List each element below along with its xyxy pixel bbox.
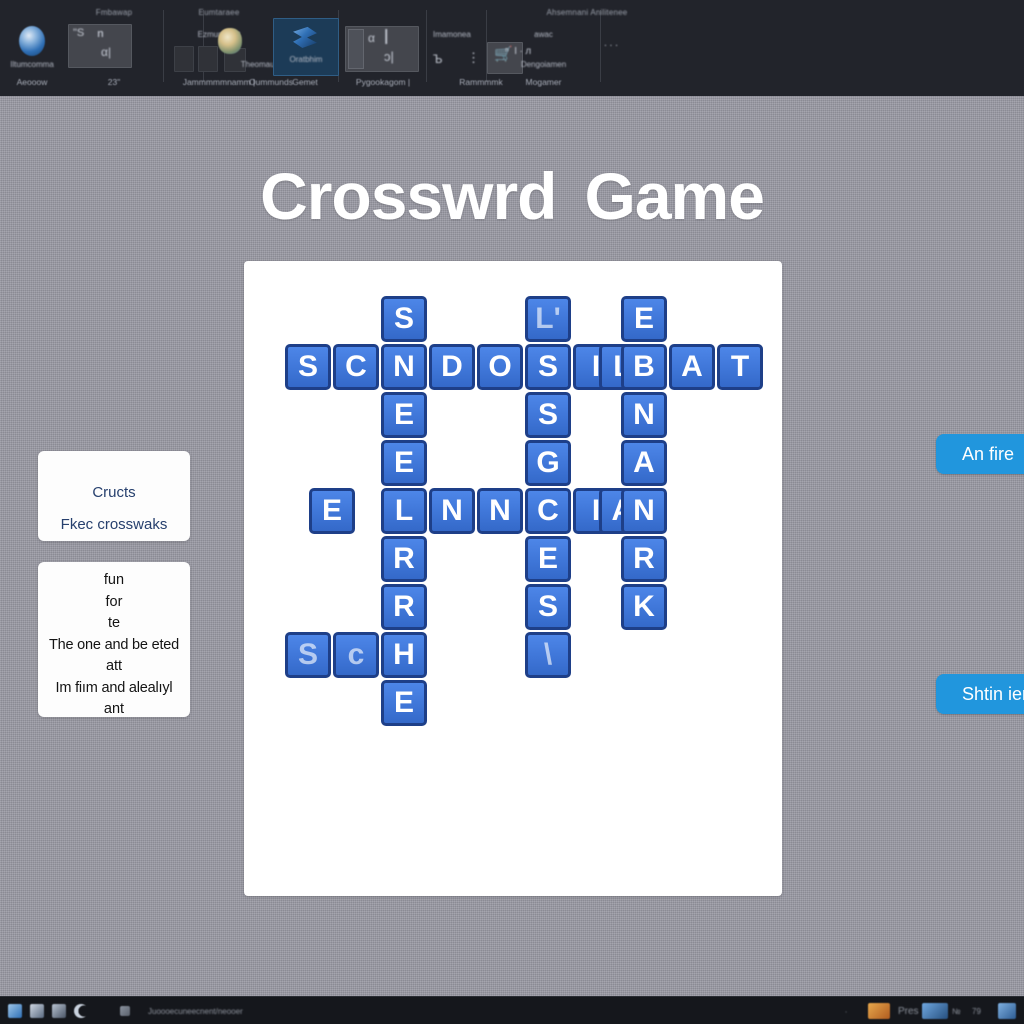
ribbon-foot-label: 23" <box>107 77 121 87</box>
ribbon-mini-tile <box>348 29 364 69</box>
taskbar-status-text: Juoooecuneecnent/neooer <box>148 1007 243 1016</box>
clue-card[interactable]: Cructs Fkec crosswaks <box>38 451 190 541</box>
notes-line: fun <box>103 572 125 588</box>
crossword-cell[interactable]: L <box>381 488 427 534</box>
ribbon-foot-label: Mogamer <box>525 77 562 87</box>
crossword-cell[interactable]: S <box>285 632 331 678</box>
ribbon-group-title: Fmbawap <box>95 8 133 17</box>
taskbar-right-text: Pres <box>898 1006 919 1017</box>
crossword-cell[interactable]: N <box>429 488 475 534</box>
crossword-cell[interactable]: S <box>525 584 571 630</box>
tray-icon[interactable] <box>998 1003 1016 1019</box>
crossword-cell[interactable]: S <box>285 344 331 390</box>
crossword-cell[interactable]: E <box>621 296 667 342</box>
tray-icon[interactable] <box>868 1003 890 1019</box>
crossword-cell[interactable]: S <box>525 344 571 390</box>
ribbon-button-label: Dengoiamen <box>520 60 567 69</box>
clue-card-subtitle: Fkec crosswaks <box>60 516 168 533</box>
notes-line: for <box>105 593 123 610</box>
ribbon-button-label: awac <box>534 30 553 39</box>
crossword-cell[interactable]: C <box>333 344 379 390</box>
shuffle-button[interactable]: Shtin ier <box>936 674 1024 714</box>
ribbon-separator <box>600 10 601 82</box>
page-title: Crosswrd Game <box>0 158 1024 234</box>
crossword-cell[interactable]: O <box>477 344 523 390</box>
crossword-cell[interactable]: R <box>381 536 427 582</box>
crossword-cell[interactable]: A <box>621 440 667 486</box>
ribbon-group-format: Fmbawap "S ⁿ α| 23" <box>64 4 164 92</box>
ribbon-toolbar: Iltumcomma Aeooow Fmbawap "S ⁿ α| 23" Eu… <box>0 0 1024 96</box>
ribbon-group-selected-foot: Gemet <box>273 4 337 92</box>
crossword-cell[interactable]: T <box>717 344 763 390</box>
ribbon-button-label: Iltumcomma <box>10 60 54 69</box>
notes-line: att <box>105 658 123 674</box>
crossword-cell[interactable]: E <box>309 488 355 534</box>
taskbar-small-right-text: 79 <box>972 1007 981 1016</box>
crossword-board-card: SL'ESCNDOSILBATESNEGAELNNCIANRERRSKScH\E <box>244 261 782 896</box>
crossword-cell[interactable]: D <box>429 344 475 390</box>
ribbon-preview-tile[interactable]: α Ɩ ɔ| <box>345 26 419 72</box>
crossword-grid[interactable]: SL'ESCNDOSILBATESNEGAELNNCIANRERRSKScH\E <box>244 261 782 896</box>
crossword-cell[interactable]: E <box>381 440 427 486</box>
crossword-cell[interactable]: N <box>621 392 667 438</box>
taskbar-app-icon[interactable] <box>8 1004 22 1018</box>
document-canvas: CrosswrdGame SL'ESCNDOSILBATESNEGAELNNCI… <box>0 96 1024 996</box>
add-fire-button[interactable]: An fire <box>936 434 1024 474</box>
taskbar-app-icon[interactable] <box>52 1004 66 1018</box>
crossword-cell[interactable]: S <box>525 392 571 438</box>
crossword-cell[interactable]: L' <box>525 296 571 342</box>
page-title-part2: Game <box>584 159 764 233</box>
taskbar-app-icon[interactable] <box>30 1004 44 1018</box>
crossword-cell[interactable]: G <box>525 440 571 486</box>
crossword-cell[interactable]: \ <box>525 632 571 678</box>
crossword-cell[interactable]: E <box>381 680 427 726</box>
ribbon-foot-label: Pygookagom | <box>355 77 411 87</box>
application-window: Iltumcomma Aeooow Fmbawap "S ⁿ α| 23" Eu… <box>0 0 1024 1024</box>
taskbar-cut-icon[interactable] <box>120 1006 130 1016</box>
page-title-part1: Crosswrd <box>260 159 557 233</box>
crossword-cell[interactable]: E <box>525 536 571 582</box>
ribbon-tool-tile[interactable] <box>174 46 194 72</box>
globe-icon[interactable] <box>19 26 45 56</box>
crossword-cell[interactable]: N <box>477 488 523 534</box>
crossword-cell[interactable]: A <box>669 344 715 390</box>
taskbar: Juoooecuneecnent/neooer ∙ Pres № 79 <box>0 996 1024 1024</box>
cloud-icon[interactable] <box>218 28 242 54</box>
crossword-cell[interactable]: c <box>333 632 379 678</box>
crossword-cell[interactable]: K <box>621 584 667 630</box>
notes-line: The one and be eted <box>48 636 180 653</box>
crossword-cell[interactable]: S <box>381 296 427 342</box>
crossword-cell[interactable]: N <box>381 344 427 390</box>
ribbon-group-arrange: Ahsemnani Anilitenee awac ⁿ І ∙ л Dengoi… <box>487 4 627 92</box>
taskbar-tray-dot: ∙ <box>845 1007 848 1016</box>
notes-line: te <box>107 615 121 631</box>
taskbar-tray-text: № <box>952 1007 961 1016</box>
ribbon-group-document: Iltumcomma Aeooow <box>0 4 64 92</box>
ribbon-foot-label: Aeooow <box>16 77 48 87</box>
ribbon-preview-tile[interactable]: "S ⁿ α| <box>68 24 132 68</box>
notes-line: Im fiım and alealıyl <box>55 679 173 696</box>
notes-line: ant <box>103 701 125 717</box>
ribbon-group-pages: α Ɩ ɔ| Pygookagom | <box>339 4 427 92</box>
clue-card-title: Cructs <box>92 484 136 501</box>
crossword-cell[interactable]: R <box>381 584 427 630</box>
crossword-cell[interactable]: H <box>381 632 427 678</box>
ribbon-foot-label: Gemet <box>292 77 318 87</box>
crossword-cell[interactable]: E <box>381 392 427 438</box>
ribbon-group-title: Ahsemnani Anilitenee <box>546 8 628 17</box>
tray-icon[interactable] <box>922 1003 948 1019</box>
crossword-cell[interactable]: N <box>621 488 667 534</box>
crossword-cell[interactable]: B <box>621 344 667 390</box>
notes-card[interactable]: fun for te The one and be eted att Im fi… <box>38 562 190 717</box>
moon-icon[interactable] <box>74 1004 88 1018</box>
crossword-cell[interactable]: C <box>525 488 571 534</box>
crossword-cell[interactable]: R <box>621 536 667 582</box>
